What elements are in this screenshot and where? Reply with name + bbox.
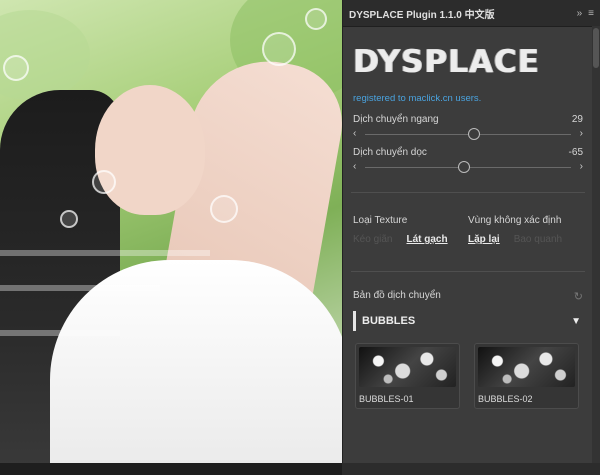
displacement-stripe xyxy=(0,330,120,336)
bubbles-preview-image xyxy=(359,347,456,387)
chevron-left-icon[interactable]: ‹ xyxy=(353,161,356,172)
collapse-icon[interactable]: » xyxy=(577,8,583,19)
image-canvas xyxy=(0,0,342,475)
map-thumbnail-label: BUBBLES-02 xyxy=(478,394,533,404)
bubble xyxy=(210,195,238,223)
area-option-wrap[interactable]: Bao quanh xyxy=(514,234,562,245)
displacement-stripe xyxy=(0,250,210,256)
face xyxy=(95,85,205,215)
slider-vertical[interactable]: ‹ › xyxy=(353,160,583,176)
bubble xyxy=(60,210,78,228)
shirt xyxy=(50,260,342,475)
slider-knob[interactable] xyxy=(468,128,481,140)
map-thumbnail-grid: BUBBLES-01 BUBBLES-02 xyxy=(355,343,583,409)
map-thumbnail-label: BUBBLES-01 xyxy=(359,394,414,404)
slider-vertical-value[interactable]: -65 xyxy=(569,147,583,158)
canvas-bottom-strip xyxy=(0,463,342,475)
displacement-map-label: Bản đồ dịch chuyển xyxy=(353,290,441,301)
dysplace-panel: DYSPLACE Plugin 1.1.0 中文版 » ≡ DYSPLACE r… xyxy=(342,0,600,475)
undefined-area-label: Vùng không xác định xyxy=(468,215,562,226)
panel-bottom-bar xyxy=(342,463,600,475)
texture-option-stretch[interactable]: Kéo giãn xyxy=(353,234,392,245)
bubble xyxy=(3,55,29,81)
refresh-icon[interactable]: ↻ xyxy=(574,290,583,303)
slider-horizontal-header: Dịch chuyển ngang 29 xyxy=(353,114,583,125)
slider-horizontal-value[interactable]: 29 xyxy=(572,114,583,125)
displacement-stripe xyxy=(0,285,160,291)
chevron-left-icon[interactable]: ‹ xyxy=(353,128,356,139)
slider-vertical-label: Dịch chuyển dọc xyxy=(353,147,427,158)
slider-horizontal[interactable]: ‹ › xyxy=(353,127,583,143)
texture-option-tile[interactable]: Lát gạch xyxy=(406,234,447,245)
chevron-down-icon[interactable]: ▼ xyxy=(571,316,581,327)
panel-content: DYSPLACE registered to maclick.cn users.… xyxy=(343,26,593,475)
slider-horizontal-label: Dịch chuyển ngang xyxy=(353,114,439,125)
map-thumbnail[interactable]: BUBBLES-02 xyxy=(474,343,579,409)
map-thumbnail[interactable]: BUBBLES-01 xyxy=(355,343,460,409)
scrollbar-thumb[interactable] xyxy=(593,28,599,68)
divider xyxy=(351,271,585,272)
area-option-repeat[interactable]: Lặp lại xyxy=(468,234,500,245)
slider-knob[interactable] xyxy=(457,161,470,173)
registration-text: registered to maclick.cn users. xyxy=(353,93,482,104)
displacement-map-dropdown[interactable]: BUBBLES ▼ xyxy=(353,311,583,331)
selected-map-name: BUBBLES xyxy=(362,315,416,327)
bubble xyxy=(262,32,296,66)
slider-vertical-header: Dịch chuyển dọc -65 xyxy=(353,147,583,158)
texture-type-label: Loại Texture xyxy=(353,215,408,226)
chevron-right-icon[interactable]: › xyxy=(580,161,583,172)
bubble xyxy=(305,8,327,30)
chevron-right-icon[interactable]: › xyxy=(580,128,583,139)
bubbles-preview-image xyxy=(478,347,575,387)
dysplace-logo: DYSPLACE xyxy=(353,44,540,80)
divider xyxy=(351,192,585,193)
panel-titlebar: DYSPLACE Plugin 1.1.0 中文版 » ≡ xyxy=(343,0,600,27)
menu-icon[interactable]: ≡ xyxy=(588,8,594,19)
panel-title: DYSPLACE Plugin 1.1.0 中文版 xyxy=(349,9,495,21)
panel-scrollbar[interactable] xyxy=(592,26,600,475)
bubble xyxy=(92,170,116,194)
